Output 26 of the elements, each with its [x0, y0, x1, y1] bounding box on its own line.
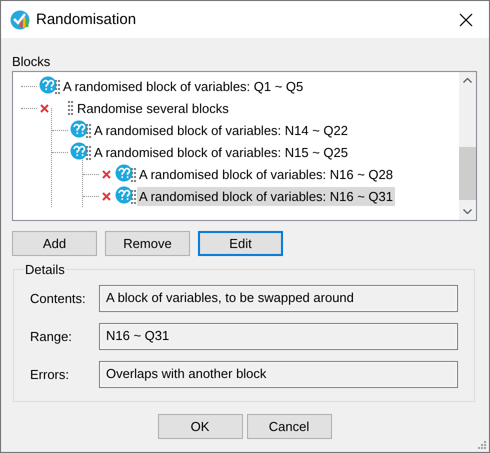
dialog-button[interactable]: Cancel	[246, 414, 332, 439]
scroll-down-icon[interactable]	[463, 209, 472, 214]
readonly-field[interactable]: Overlaps with another block	[99, 361, 458, 388]
tree-item[interactable]: A randomised block of variables: N14 ~ Q22	[92, 120, 350, 140]
tree-item[interactable]: A randomised block of variables: N16 ~ Q31	[137, 186, 396, 206]
field-label: Contents:	[30, 291, 87, 306]
tree-item[interactable]: A randomised block of variables: N15 ~ Q25	[92, 142, 350, 162]
field-label: Range:	[30, 329, 73, 344]
tree-item[interactable]: A randomised block of variables: Q1 ~ Q5	[61, 76, 306, 96]
group-label: Details	[24, 262, 66, 277]
field-label: Errors:	[30, 367, 70, 382]
close-icon	[459, 12, 473, 26]
action-button[interactable]: Add	[12, 231, 97, 256]
readonly-field[interactable]: A block of variables, to be swapped around	[99, 285, 458, 312]
action-button[interactable]: Remove	[105, 231, 190, 256]
tree-item[interactable]: A randomised block of variables: N16 ~ Q28	[137, 164, 396, 184]
scroll-up-icon[interactable]	[463, 78, 472, 83]
resize-grip-icon[interactable]	[477, 440, 487, 450]
dialog-button[interactable]: OK	[158, 414, 242, 439]
app-icon	[10, 10, 30, 30]
tree-item[interactable]: Randomise several blocks	[75, 98, 231, 118]
section-label: Blocks	[12, 54, 50, 69]
window-title: Randomisation	[36, 11, 138, 28]
scrollbar[interactable]	[459, 72, 476, 220]
action-button[interactable]: Edit	[198, 231, 283, 256]
readonly-field[interactable]: N16 ~ Q31	[99, 323, 458, 350]
